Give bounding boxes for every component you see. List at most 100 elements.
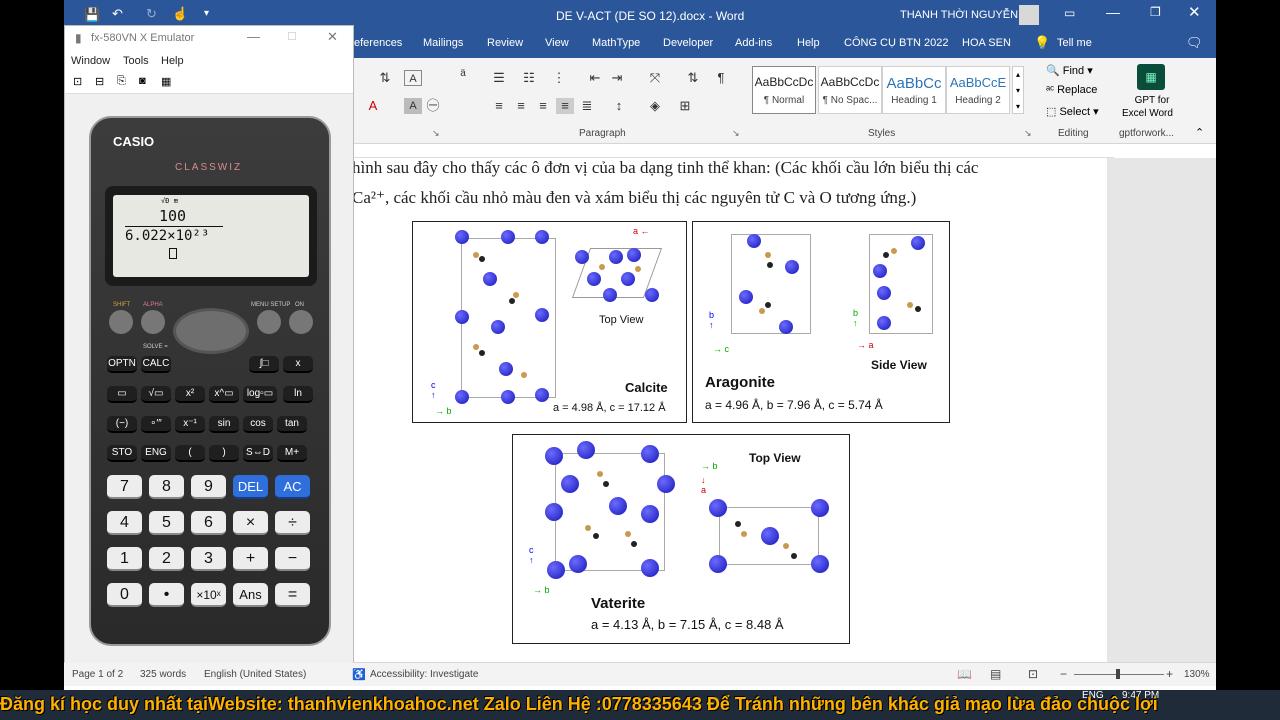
numbering-icon[interactable]: ☷ xyxy=(520,70,538,86)
negative-key[interactable]: (−) xyxy=(107,416,137,433)
menu-help[interactable]: Help xyxy=(161,55,184,67)
comments-icon[interactable]: 🗨 xyxy=(1186,35,1203,51)
styles-scroll[interactable]: ▴ ▾ ▾ xyxy=(1012,66,1024,114)
document-page[interactable]: hình sau đây cho thấy các ô đơn vị của b… xyxy=(314,158,1107,662)
log-base-key[interactable]: log▫▭ xyxy=(243,386,277,403)
open-paren-key[interactable]: ( xyxy=(175,445,205,462)
sin-key[interactable]: sin xyxy=(209,416,239,433)
ans-key[interactable]: Ans xyxy=(233,583,268,607)
tab-add-ins[interactable]: Add-ins xyxy=(735,37,772,49)
power-key[interactable]: x^▭ xyxy=(209,386,239,403)
degree-key[interactable]: ∘′″ xyxy=(141,416,171,433)
minimize-icon[interactable]: — xyxy=(1106,4,1120,20)
zoom-level[interactable]: 130% xyxy=(1184,669,1210,680)
style-normal[interactable]: AaBbCcDc ¶ Normal xyxy=(752,66,816,114)
close-icon[interactable]: ✕ xyxy=(1188,3,1201,21)
line-spacing-icon[interactable]: ↕ xyxy=(610,98,628,114)
keylog-icon[interactable]: ▦ xyxy=(161,75,171,88)
calc-key[interactable]: CALC xyxy=(141,356,171,373)
align-left-icon[interactable]: ≡ xyxy=(490,98,508,114)
avatar[interactable] xyxy=(1019,5,1039,25)
exp10-key[interactable]: ×10ˣ xyxy=(191,583,226,607)
touch-mode-icon[interactable]: ☝ xyxy=(172,6,188,22)
font-size-icon[interactable]: ⇅ xyxy=(376,70,394,86)
save-icon[interactable]: 💾 xyxy=(84,7,100,23)
tab-view[interactable]: View xyxy=(545,37,569,49)
window-size-icon[interactable]: ⊡ xyxy=(73,75,82,88)
key-5[interactable]: 5 xyxy=(149,511,184,535)
increase-indent-icon[interactable]: ⇥ xyxy=(608,70,626,86)
dpad-button[interactable] xyxy=(173,308,249,354)
m-plus-key[interactable]: M+ xyxy=(277,445,307,462)
zoom-out-icon[interactable]: − xyxy=(1060,667,1067,681)
bullets-icon[interactable]: ☰ xyxy=(490,70,508,86)
styles-dialog-launcher-icon[interactable]: ↘ xyxy=(1024,128,1032,139)
redo-icon[interactable]: ↻ xyxy=(146,6,157,22)
del-key[interactable]: DEL xyxy=(233,475,268,499)
emulator-minimize-icon[interactable]: — xyxy=(247,29,260,44)
capture-icon[interactable]: ◙ xyxy=(139,75,146,87)
user-name[interactable]: THANH THỜI NGUYỄN xyxy=(900,9,1018,21)
clear-format-icon[interactable]: A xyxy=(404,70,422,86)
phonetic-icon[interactable]: ä xyxy=(454,66,472,82)
key-4[interactable]: 4 xyxy=(107,511,142,535)
horizontal-ruler[interactable] xyxy=(354,145,1114,158)
ribbon-display-icon[interactable]: ▭ xyxy=(1064,6,1075,20)
minus-key[interactable]: − xyxy=(275,547,310,571)
tab-hoa-sen[interactable]: HOA SEN xyxy=(962,37,1011,49)
emulator-close-icon[interactable]: ✕ xyxy=(327,29,338,45)
read-mode-icon[interactable]: 📖 xyxy=(957,667,972,681)
char-shading-icon[interactable]: A xyxy=(404,98,422,114)
key-6[interactable]: 6 xyxy=(191,511,226,535)
tab-review[interactable]: Review xyxy=(487,37,523,49)
multiply-key[interactable]: × xyxy=(233,511,268,535)
screen-only-icon[interactable]: ⊟ xyxy=(95,75,104,88)
tab-mathtype[interactable]: MathType xyxy=(592,37,640,49)
enclose-char-icon[interactable]: ㊀ xyxy=(424,98,442,114)
word-count[interactable]: 325 words xyxy=(140,669,186,680)
tab-mailings[interactable]: Mailings xyxy=(423,37,463,49)
key-0[interactable]: 0 xyxy=(107,583,142,607)
x-key[interactable]: x xyxy=(283,356,313,373)
asian-layout-icon[interactable]: ⤧ xyxy=(646,70,664,86)
print-layout-icon[interactable]: ▤ xyxy=(990,667,1001,681)
menu-window[interactable]: Window xyxy=(71,55,110,67)
plus-key[interactable]: + xyxy=(233,547,268,571)
ln-key[interactable]: ln xyxy=(283,386,313,403)
decrease-indent-icon[interactable]: ⇤ xyxy=(586,70,604,86)
font-dialog-launcher-icon[interactable]: ↘ xyxy=(432,128,440,139)
language[interactable]: English (United States) xyxy=(204,669,306,680)
distributed-icon[interactable]: ≣ xyxy=(578,98,596,114)
collapse-ribbon-icon[interactable]: ⌃ xyxy=(1195,126,1204,139)
equals-key[interactable]: = xyxy=(275,583,310,607)
cos-key[interactable]: cos xyxy=(243,416,273,433)
decimal-key[interactable]: • xyxy=(149,583,184,607)
key-9[interactable]: 9 xyxy=(191,475,226,499)
align-center-icon[interactable]: ≡ xyxy=(512,98,530,114)
divide-key[interactable]: ÷ xyxy=(275,511,310,535)
on-button[interactable] xyxy=(289,310,313,334)
close-paren-key[interactable]: ) xyxy=(209,445,239,462)
replace-button[interactable]: ᵃᶜ Replace xyxy=(1046,84,1097,96)
restore-icon[interactable]: ❐ xyxy=(1150,5,1161,19)
tab-references[interactable]: eferences xyxy=(354,37,402,49)
sto-key[interactable]: STO xyxy=(107,445,137,462)
paragraph-dialog-launcher-icon[interactable]: ↘ xyxy=(732,128,740,139)
justify-icon[interactable]: ≡ xyxy=(556,98,574,114)
tan-key[interactable]: tan xyxy=(277,416,307,433)
tell-me-search[interactable]: Tell me xyxy=(1057,37,1092,49)
style-heading-2[interactable]: AaBbCcE Heading 2 xyxy=(946,66,1010,114)
style-no-spacing[interactable]: AaBbCcDc ¶ No Spac... xyxy=(818,66,882,114)
style-heading-1[interactable]: AaBbCc Heading 1 xyxy=(882,66,946,114)
align-right-icon[interactable]: ≡ xyxy=(534,98,552,114)
sqrt-key[interactable]: √▭ xyxy=(141,386,171,403)
tab-developer[interactable]: Developer xyxy=(663,37,713,49)
customize-toolbar-icon[interactable]: ▾ xyxy=(204,8,209,19)
eng-key[interactable]: ENG xyxy=(141,445,171,462)
fraction-key[interactable]: ▭ xyxy=(107,386,137,403)
multilevel-list-icon[interactable]: ⋮ xyxy=(550,70,568,86)
gpt-for-work-icon[interactable]: ▦ xyxy=(1137,64,1165,90)
shading-icon[interactable]: ◈ xyxy=(646,98,664,114)
key-2[interactable]: 2 xyxy=(149,547,184,571)
font-color-icon[interactable]: A xyxy=(364,98,382,114)
